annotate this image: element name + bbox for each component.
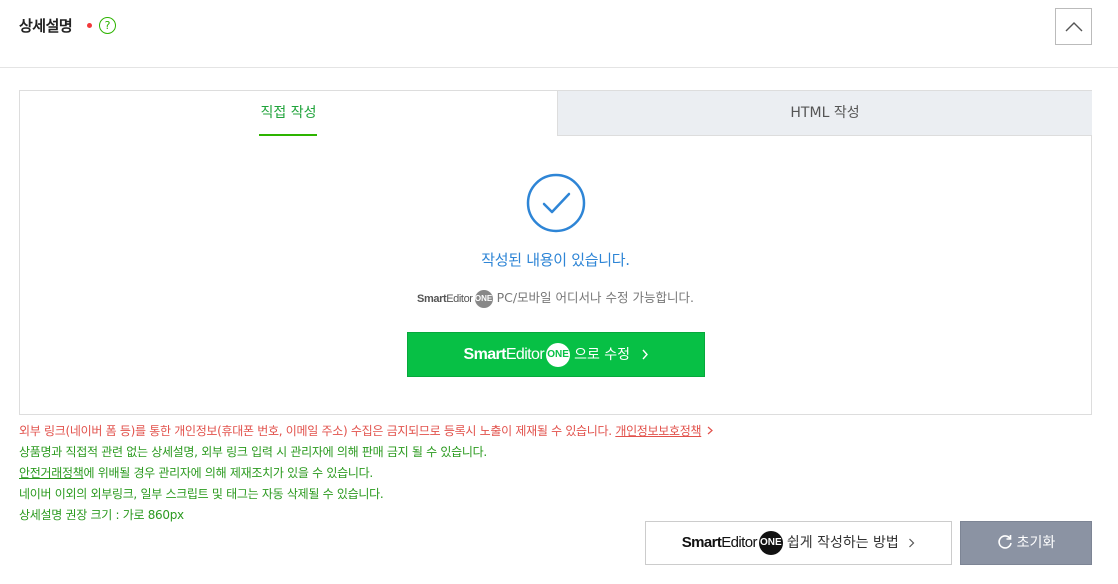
section-title: 상세설명 <box>19 17 73 35</box>
check-circle-icon <box>526 173 586 233</box>
smarteditor-logo: SmartEditor <box>681 534 758 551</box>
notice-item: 안전거래정책에 위배될 경우 관리자에 의해 제재조치가 있을 수 있습니다. <box>19 463 1099 484</box>
editor-availability-text: SmartEditor ONE PC/모바일 어디서나 수정 가능합니다. <box>20 287 1091 308</box>
brand-bold: Smart <box>681 534 722 551</box>
notice-text: 에 위배될 경우 관리자에 의해 제재조치가 있을 수 있습니다. <box>83 466 373 480</box>
howto-label: 쉽게 작성하는 방법 <box>786 535 899 551</box>
notice-item: 상품명과 직접적 관련 없는 상세설명, 외부 링크 입력 시 관리자에 의해 … <box>19 445 487 459</box>
reset-button[interactable]: 초기화 <box>960 521 1092 565</box>
privacy-policy-link[interactable]: 개인정보보호정책 <box>615 424 701 438</box>
active-tab-indicator <box>259 134 317 136</box>
privacy-warning-text: 외부 링크(네이버 폼 등)를 통한 개인정보(휴대폰 번호, 이메일 주소) … <box>19 424 612 438</box>
notice-item: 네이버 이외의 외부링크, 일부 스크립트 및 태그는 자동 삭제될 수 있습니… <box>19 487 384 501</box>
section-header: 상세설명 ? <box>0 0 1118 68</box>
tab-html-write[interactable]: HTML 작성 <box>557 91 1092 136</box>
collapse-button[interactable] <box>1055 8 1092 45</box>
one-badge-icon: ONE <box>546 343 571 367</box>
brand-light: Editor <box>721 534 757 551</box>
tab-direct-write-label: 직접 작성 <box>260 105 317 121</box>
brand-light: Editor <box>446 293 473 305</box>
chevron-right-icon <box>909 538 915 548</box>
brand-bold: Smart <box>463 346 507 363</box>
status-message: 작성된 내용이 있습니다. <box>481 251 630 269</box>
help-icon[interactable]: ? <box>99 17 116 34</box>
smarteditor-logo: SmartEditor <box>464 346 545 363</box>
chevron-right-icon <box>641 349 648 360</box>
edit-button-label: 으로 수정 <box>574 347 631 363</box>
brand-light: Editor <box>505 346 545 363</box>
one-badge-icon: ONE <box>758 531 783 555</box>
availability-label: PC/모바일 어디서나 수정 가능합니다. <box>496 290 694 305</box>
notice-list: 외부 링크(네이버 폼 등)를 통한 개인정보(휴대폰 번호, 이메일 주소) … <box>19 421 1099 526</box>
safe-trade-policy-link[interactable]: 안전거래정책 <box>19 466 84 480</box>
tab-html-write-label: HTML 작성 <box>790 105 860 121</box>
editor-panel: 직접 작성 HTML 작성 작성된 내용이 있습니다. SmartEditor O… <box>19 90 1092 415</box>
chevron-right-icon <box>707 426 713 435</box>
smarteditor-logo: SmartEditor <box>417 293 473 305</box>
howto-guide-button[interactable]: SmartEditor ONE 쉽게 작성하는 방법 <box>645 521 952 565</box>
one-badge-icon: ONE <box>474 289 493 308</box>
edit-with-smarteditor-button[interactable]: SmartEditor ONE 으로 수정 <box>407 332 705 377</box>
required-dot-icon <box>87 23 92 28</box>
reset-label: 초기화 <box>1016 535 1056 551</box>
chevron-up-icon <box>1065 22 1083 32</box>
brand-bold: Smart <box>417 293 447 305</box>
privacy-warning: 외부 링크(네이버 폼 등)를 통한 개인정보(휴대폰 번호, 이메일 주소) … <box>19 421 1099 442</box>
refresh-icon <box>997 535 1012 549</box>
tab-direct-write[interactable]: 직접 작성 <box>20 91 557 136</box>
